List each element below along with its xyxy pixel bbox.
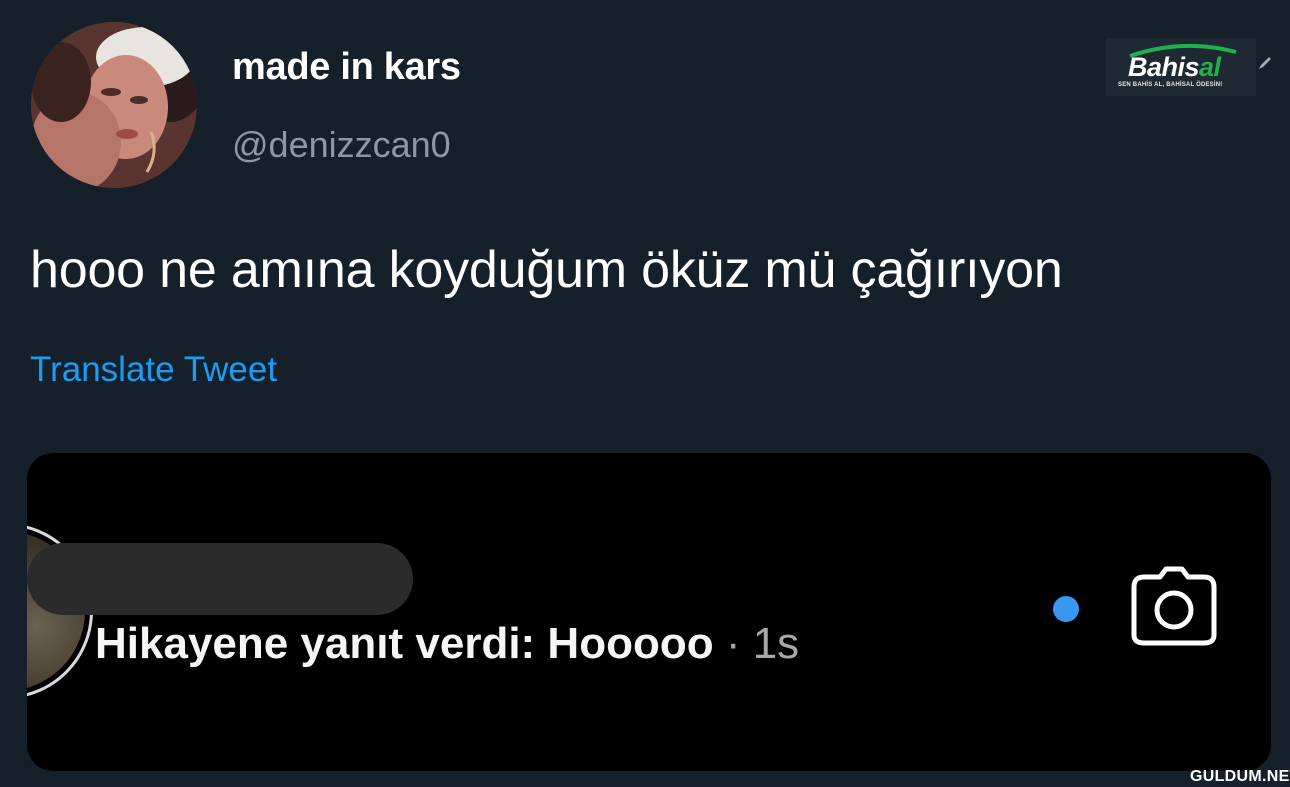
redacted-username bbox=[27, 543, 413, 615]
translate-tweet-link[interactable]: Translate Tweet bbox=[30, 350, 277, 390]
notification-message: Hikayene yanıt verdi: Hooooo bbox=[95, 619, 714, 668]
unread-dot bbox=[1053, 596, 1079, 622]
embedded-notification-image[interactable]: Hikayene yanıt verdi: Hooooo · 1s bbox=[27, 453, 1271, 771]
author-avatar[interactable] bbox=[31, 22, 197, 188]
tweet-text: hooo ne amına koyduğum öküz mü çağırıyon bbox=[30, 241, 1063, 299]
brand-tagline: SEN BAHİS AL, BAHİSAL ÖDESİN! bbox=[1118, 82, 1223, 88]
camera-icon[interactable] bbox=[1130, 565, 1218, 647]
author-display-name[interactable]: made in kars bbox=[232, 46, 461, 89]
tweet-screenshot: made in kars @denizzcan0 Bahisal SEN BAH… bbox=[0, 0, 1290, 787]
brand-name-main: Bahis bbox=[1128, 52, 1200, 82]
author-avatar-image bbox=[31, 22, 197, 188]
brand-name-accent: al bbox=[1199, 52, 1221, 82]
author-handle[interactable]: @denizzcan0 bbox=[232, 124, 451, 166]
notification-line: Hikayene yanıt verdi: Hooooo · 1s bbox=[95, 619, 799, 669]
site-watermark: GULDUM.NET bbox=[1190, 768, 1290, 785]
notification-time: 1s bbox=[752, 619, 800, 668]
notification-separator: · bbox=[725, 619, 741, 668]
brand-logo: Bahisal SEN BAHİS AL, BAHİSAL ÖDESİN! bbox=[1106, 38, 1256, 96]
brand-name: Bahisal bbox=[1128, 52, 1221, 83]
pencil-icon bbox=[1259, 57, 1271, 69]
